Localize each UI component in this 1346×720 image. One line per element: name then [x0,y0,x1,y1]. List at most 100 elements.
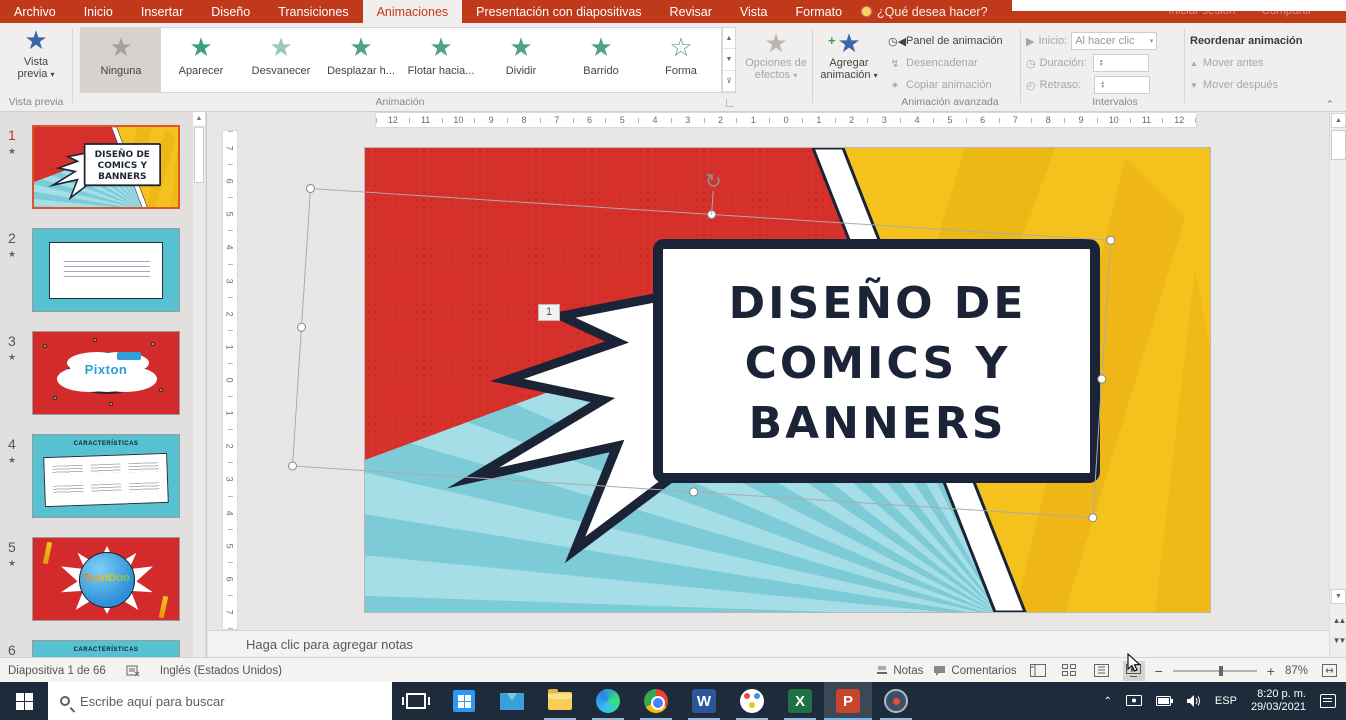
tab-presentaci-n-con-diapositivas[interactable]: Presentación con diapositivas [462,0,655,23]
animation-order-badge[interactable]: 1 [538,304,560,321]
animation-appear[interactable]: ★Aparecer [161,28,241,92]
taskbar-powerpoint-icon[interactable]: P [824,682,872,720]
zoom-level[interactable]: 87% [1285,665,1308,677]
notes-toggle[interactable]: Notas [876,665,923,677]
animation-pane-button[interactable]: ◷◀ Panel de animación [888,31,1018,51]
thumbnail-image[interactable]: DISEÑO DECOMICS YBANNERS [32,125,180,209]
taskbar-mail-icon[interactable] [488,682,536,720]
scroll-down-icon[interactable]: ▼ [1331,589,1346,604]
slide-thumbnail-5[interactable]: 5★ToonDoo [8,537,206,621]
delay-input[interactable]: ▲▼ [1094,76,1150,94]
zoom-in-button[interactable]: + [1267,663,1275,679]
slide-thumbnail-1[interactable]: 1★DISEÑO DECOMICS YBANNERS [8,125,206,209]
zoom-slider-thumb[interactable] [1219,666,1223,676]
preview-button[interactable]: ★ Vista previa ▾ [8,27,64,93]
taskbar-task-view-icon[interactable] [392,682,440,720]
dialog-launcher-icon[interactable] [726,99,734,107]
tab-inicio[interactable]: Inicio [70,0,127,23]
tab-vista[interactable]: Vista [726,0,782,23]
zoom-slider[interactable] [1173,670,1257,672]
reading-view-button[interactable] [1091,661,1113,681]
slide-title-text[interactable]: DISEÑO DE COMICS Y BANNERS [665,256,1090,471]
trigger-button[interactable]: ↯ Desencadenar [888,53,1018,73]
taskbar-search-input[interactable]: Escribe aquí para buscar [48,682,392,720]
animation-shape[interactable]: ☆Forma [641,28,721,92]
taskbar-clock[interactable]: 8:20 p. m.29/03/2021 [1251,688,1306,714]
start-button[interactable] [0,682,48,720]
taskbar-excel-icon[interactable]: X [776,682,824,720]
taskbar-explorer-icon[interactable] [536,682,584,720]
duration-input[interactable]: ▲▼ [1093,54,1149,72]
taskbar-edge-icon[interactable] [584,682,632,720]
thumb-scroll-up-icon[interactable]: ▲ [193,112,205,125]
gallery-scrollbar[interactable]: ▲ ▼ ⊽ [722,27,736,93]
effect-options-button[interactable]: ★ Opciones de efectos ▾ [744,27,808,93]
tell-me-search[interactable]: ¿Qué desea hacer? [862,0,988,23]
next-slide-icon[interactable]: ▼▼ [1330,636,1346,645]
status-bar: Diapositiva 1 de 66 Inglés (Estados Unid… [0,657,1346,682]
tab-revisar[interactable]: Revisar [656,0,726,23]
proofing-icon[interactable] [126,665,140,677]
animation-fly[interactable]: ★Desplazar h... [321,28,401,92]
notes-area[interactable]: Haga clic para agregar notas [208,630,1329,657]
taskbar-recorder-icon[interactable] [872,682,920,720]
thumbnail-scrollbar[interactable]: ▲ [193,112,205,657]
slide-editing-area[interactable]: DISEÑO DE COMICS Y BANNERS [365,148,1210,612]
animation-none[interactable]: ★Ninguna [81,28,161,92]
tab-archivo[interactable]: Archivo [0,0,70,23]
gallery-expand-icon[interactable]: ⊽ [723,71,735,92]
normal-view-button[interactable] [1027,661,1049,681]
tab-dise-o[interactable]: Diseño [197,0,264,23]
collapse-ribbon-icon[interactable]: ⌃ [1326,99,1334,110]
scroll-up-icon[interactable]: ▲ [1331,113,1346,128]
slide-thumbnail-2[interactable]: 2★ [8,228,206,312]
action-center-icon[interactable] [1320,694,1336,708]
slideshow-view-button[interactable] [1123,661,1145,681]
vertical-scrollbar[interactable]: ▲ ▼ ▲▲ ▼▼ [1329,112,1346,657]
comments-toggle[interactable]: Comentarios [933,665,1016,677]
thumbnail-image[interactable] [32,228,180,312]
taskbar-word-icon[interactable]: W [680,682,728,720]
taskbar-store-icon[interactable] [440,682,488,720]
thumbnail-image[interactable]: CARACTERÍSTICAS [32,434,180,518]
notes-placeholder: Haga clic para agregar notas [246,637,413,652]
start-dropdown[interactable]: Al hacer clic▾ [1071,32,1157,50]
duration-spinner[interactable]: ▲▼ [1099,59,1104,67]
slide-thumbnail-6[interactable]: 6★CARACTERÍSTICAS [8,640,206,657]
cast-display-icon[interactable] [1126,695,1142,707]
language-indicator[interactable]: Inglés (Estados Unidos) [160,665,282,677]
search-icon [60,696,70,706]
thumbnail-image[interactable]: Pixton [32,331,180,415]
delay-spinner[interactable]: ▲▼ [1100,81,1105,89]
slide-thumbnail-4[interactable]: 4★CARACTERÍSTICAS [8,434,206,518]
gallery-scroll-down-icon[interactable]: ▼ [723,49,735,70]
previous-slide-icon[interactable]: ▲▲ [1330,616,1346,625]
move-earlier-button[interactable]: ▲ Mover antes [1190,53,1263,73]
tray-expand-icon[interactable]: ⌃ [1104,696,1112,707]
animation-split[interactable]: ★Dividir [481,28,561,92]
tab-formato[interactable]: Formato [782,0,857,23]
animation-float[interactable]: ★Flotar hacia... [401,28,481,92]
add-animation-button[interactable]: ★+ Agregar animación ▾ [818,27,880,93]
animation-painter-button[interactable]: ✶ Copiar animación [888,75,1018,95]
slide-thumbnail-3[interactable]: 3★Pixton [8,331,206,415]
fit-to-window-button[interactable] [1318,661,1340,681]
animation-fade[interactable]: ★Desvanecer [241,28,321,92]
thumbnail-image[interactable]: CARACTERÍSTICAS [32,640,180,657]
slide-sorter-view-button[interactable] [1059,661,1081,681]
scroll-thumb[interactable] [1331,130,1346,160]
gallery-scroll-up-icon[interactable]: ▲ [723,28,735,49]
thumbnail-image[interactable]: ToonDoo [32,537,180,621]
keyboard-language[interactable]: ESP [1215,695,1237,707]
thumb-scroll-thumb[interactable] [194,127,204,183]
volume-icon[interactable] [1187,695,1201,707]
battery-icon[interactable] [1156,696,1173,706]
tab-transiciones[interactable]: Transiciones [264,0,362,23]
taskbar-chrome-icon[interactable] [632,682,680,720]
tab-animaciones[interactable]: Animaciones [363,0,463,23]
taskbar-paint-icon[interactable] [728,682,776,720]
tab-insertar[interactable]: Insertar [127,0,197,23]
animation-wipe[interactable]: ★Barrido [561,28,641,92]
move-later-button[interactable]: ▼ Mover después [1190,75,1278,95]
zoom-out-button[interactable]: − [1155,663,1163,679]
